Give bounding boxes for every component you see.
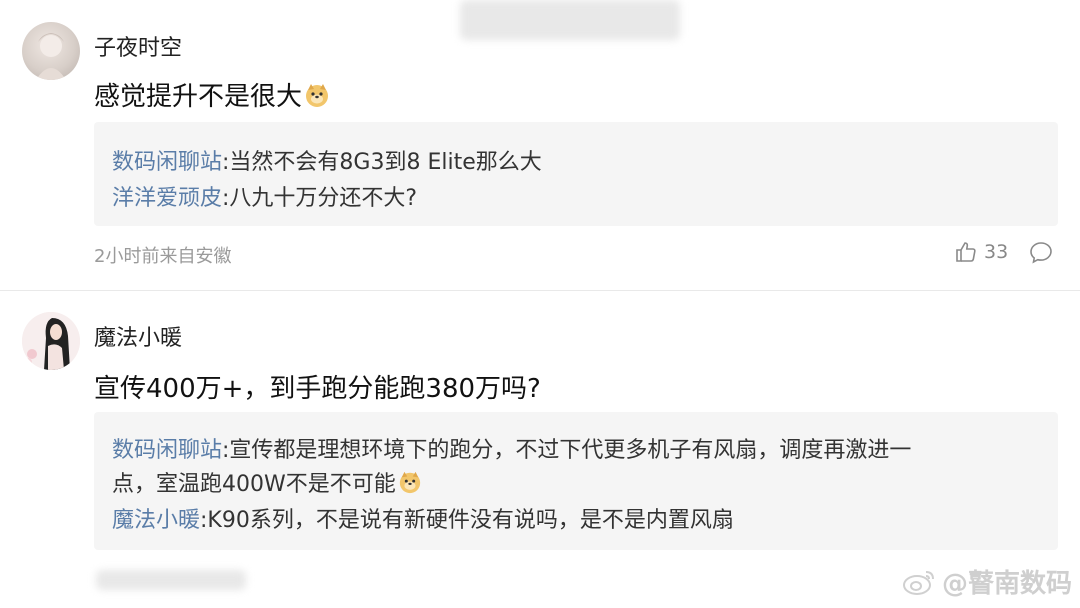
comment-item: 魔法小暖 宣传400万+，到手跑分能跑380万吗? 数码闲聊站:宣传都是理想环境… [0,290,1080,608]
username[interactable]: 魔法小暖 [94,320,182,352]
comment-text-content: 感觉提升不是很大 [94,82,303,112]
doge-emoji-icon [304,82,330,108]
comment-text: 感觉提升不是很大 [94,76,330,113]
watermark: @瞽南数码 [902,563,1072,600]
reply-text: :K90系列，不是说有新硬件没有说吗，是不是内置风扇 [200,508,734,533]
weibo-logo-icon [902,570,934,595]
reply-username[interactable]: 数码闲聊站 [112,150,222,175]
blurred-meta [96,570,246,590]
reply-username[interactable]: 洋洋爱顽皮 [112,186,222,211]
like-count: 33 [984,241,1009,263]
reply-text: :宣传都是理想环境下的跑分，不过下代更多机子有风扇，调度再激进一 [222,438,912,463]
reply-text: 点，室温跑400W不是不可能 [112,472,396,497]
comment-meta: 2小时前来自安徽 [94,246,232,267]
comment-bubble-icon [1030,242,1052,264]
reply-line: 数码闲聊站:宣传都是理想环境下的跑分，不过下代更多机子有风扇，调度再激进一 [112,432,911,464]
like-button[interactable]: 33 [954,240,1008,264]
avatar[interactable] [22,22,80,80]
reply-line: 魔法小暖:K90系列，不是说有新硬件没有说吗，是不是内置风扇 [112,502,734,534]
doge-emoji-icon [398,470,424,496]
reply-username[interactable]: 魔法小暖 [112,508,200,533]
watermark-text: @瞽南数码 [941,569,1072,599]
reply-line: 洋洋爱顽皮:八九十万分还不大? [112,180,417,212]
reply-box[interactable]: 数码闲聊站:宣传都是理想环境下的跑分，不过下代更多机子有风扇，调度再激进一 点，… [94,412,1058,550]
reply-username[interactable]: 数码闲聊站 [112,438,222,463]
comment-button[interactable] [1028,240,1054,270]
reply-text: :当然不会有8G3到8 Elite那么大 [222,150,542,175]
reply-line-continued: 点，室温跑400W不是不可能 [112,466,424,498]
thumbs-up-icon [956,242,976,262]
reply-text: :八九十万分还不大? [222,186,418,211]
comment-item: 子夜时空 感觉提升不是很大 数码闲聊站:当然不会有8G3到8 Elite那么大 … [0,0,1080,290]
reply-box[interactable]: 数码闲聊站:当然不会有8G3到8 Elite那么大 洋洋爱顽皮:八九十万分还不大… [94,122,1058,226]
username[interactable]: 子夜时空 [94,30,182,62]
comment-text: 宣传400万+，到手跑分能跑380万吗? [94,374,541,404]
reply-line: 数码闲聊站:当然不会有8G3到8 Elite那么大 [112,144,542,176]
avatar[interactable] [22,312,80,370]
